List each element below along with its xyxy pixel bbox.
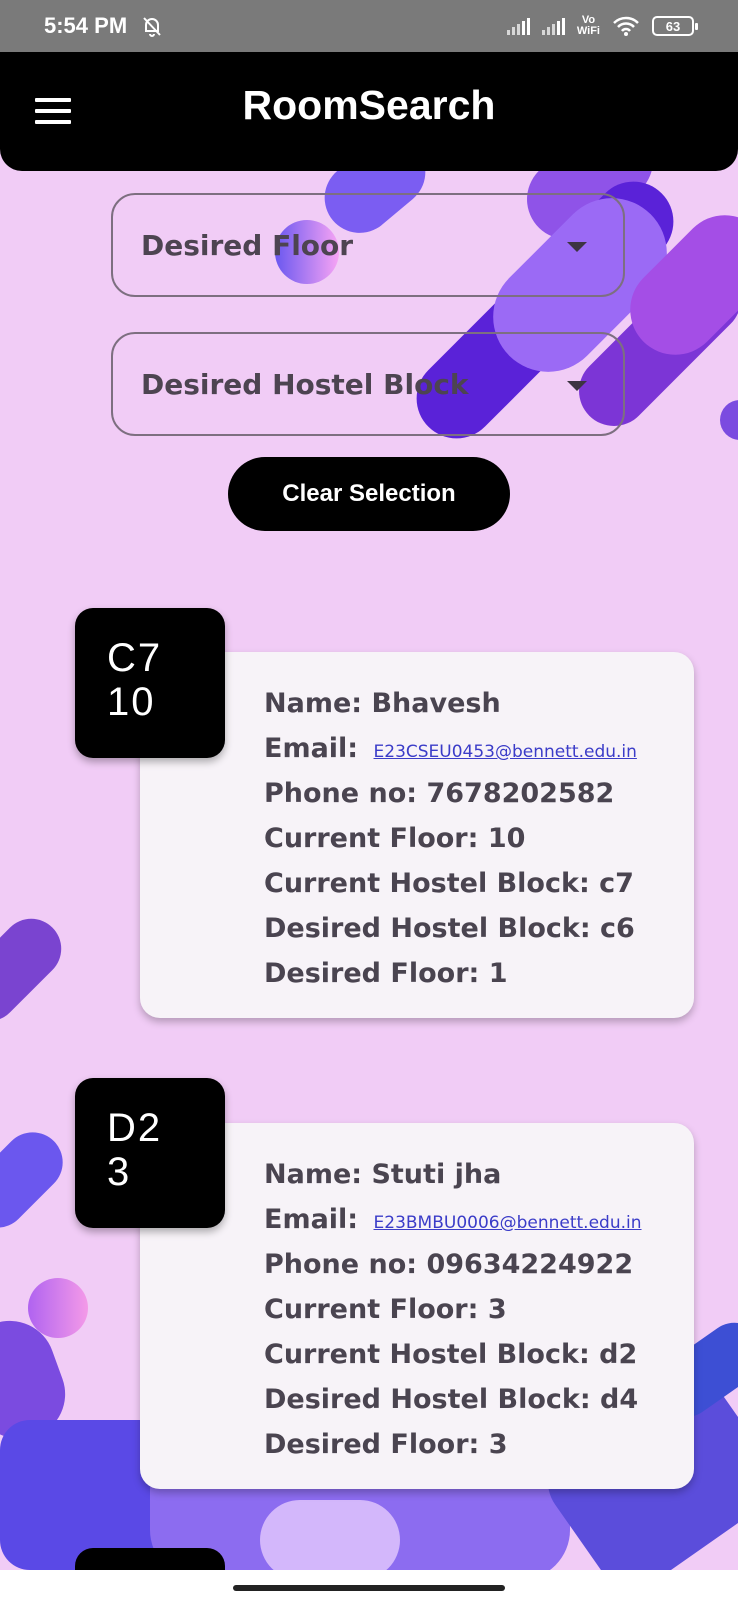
desired-hostel-block: Desired Hostel Block: d4 [264,1384,639,1415]
email-row: Email: E23BMBU0006@bennett.edu.in [264,1204,694,1249]
desired-hostel-block-placeholder: Desired Hostel Block [141,367,469,401]
student-name: Name: Bhavesh [264,688,501,719]
desired-hostel-block: Desired Hostel Block: c6 [264,913,635,944]
badge-block: D2 [107,1106,163,1150]
room-badge: D2 3 [75,1078,225,1228]
battery-level: 63 [665,18,681,34]
badge-floor: 3 [107,1150,132,1194]
battery-icon: 63 [652,16,698,36]
current-hostel-block: Current Hostel Block: c7 [264,868,634,899]
status-time: 5:54 PM [44,13,128,38]
system-navigation-bar [0,1570,738,1600]
signal-icon [506,17,530,35]
clear-selection-button[interactable]: Clear Selection [228,457,510,531]
email-row: Email: E23CSEU0453@bennett.edu.in [264,733,694,778]
email-label: Email: [264,733,359,764]
desired-floor: Desired Floor: 3 [264,1429,508,1460]
vowifi-bottom-label: WiFi [576,25,600,37]
status-bar: 5:54 PM Vo WiFi 63 [0,0,738,52]
vowifi-icon: Vo WiFi [577,15,600,37]
signal-icon [541,17,565,35]
wifi-icon [613,16,639,36]
email-link[interactable]: E23CSEU0453@bennett.edu.in [374,742,637,762]
badge-floor: 10 [107,680,156,724]
home-gesture-handle[interactable] [233,1585,505,1591]
chevron-down-icon [567,242,587,252]
page-title: RoomSearch [242,82,496,128]
phone-number: Phone no: 09634224922 [264,1249,634,1280]
current-floor: Current Floor: 3 [264,1294,507,1325]
current-floor: Current Floor: 10 [264,823,526,854]
email-label: Email: [264,1204,359,1235]
bell-off-icon [143,17,161,37]
student-name: Name: Stuti jha [264,1159,502,1190]
chevron-down-icon [567,381,587,391]
app-bar: RoomSearch [0,52,738,171]
room-badge: C7 10 [75,608,225,758]
badge-block: C7 [107,636,163,680]
desired-hostel-block-dropdown[interactable]: Desired Hostel Block [111,332,625,436]
phone-number: Phone no: 7678202582 [264,778,615,809]
desired-floor-placeholder: Desired Floor [141,228,354,262]
screen: 5:54 PM Vo WiFi 63 RoomSearch Desired Fl… [0,0,738,1600]
email-link[interactable]: E23BMBU0006@bennett.edu.in [374,1213,642,1233]
desired-floor-dropdown[interactable]: Desired Floor [111,193,625,297]
desired-floor: Desired Floor: 1 [264,958,508,989]
current-hostel-block: Current Hostel Block: d2 [264,1339,638,1370]
